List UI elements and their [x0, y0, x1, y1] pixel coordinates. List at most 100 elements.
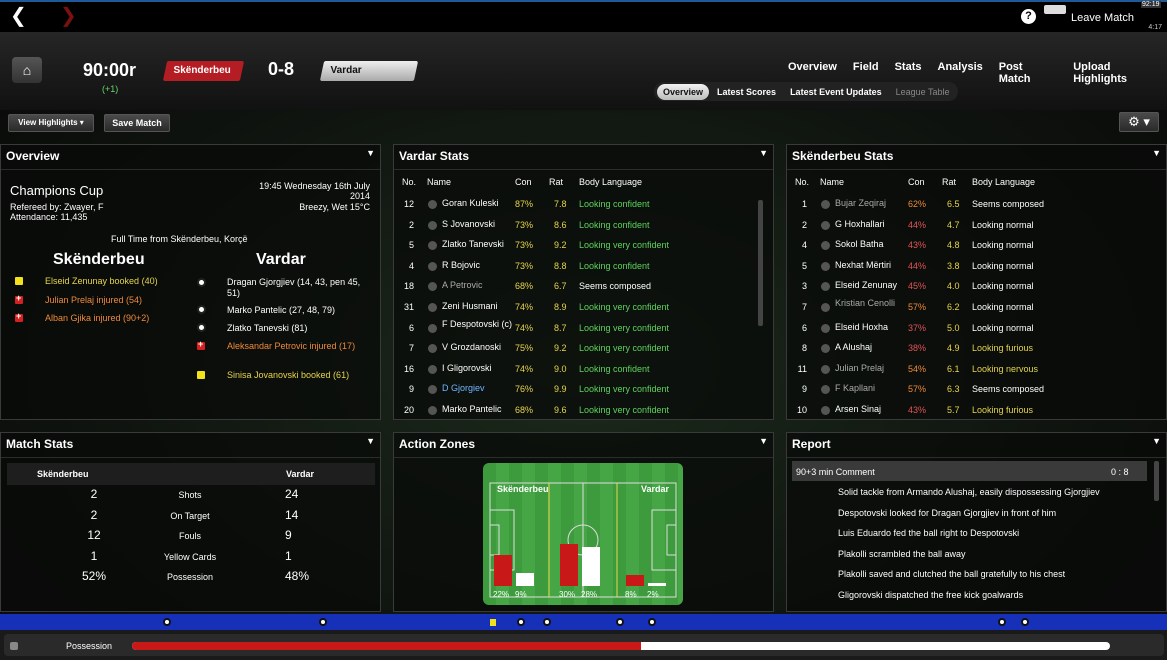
timeline-goal-icon[interactable] [163, 618, 171, 626]
player-condition: 38% [908, 343, 927, 354]
player-row[interactable]: 18 A Petrovic 68% 6.7 Seems composed [394, 277, 764, 297]
leave-match-button[interactable]: Leave Match 4:17 [1044, 5, 1162, 31]
panel-menu-icon[interactable]: ▼ [366, 436, 375, 446]
subtab-league-table[interactable]: League Table [890, 84, 956, 100]
subtab-latest-scores[interactable]: Latest Scores [711, 84, 782, 100]
player-row[interactable]: 4 R Bojovic 73% 8.8 Looking confident [394, 257, 764, 277]
panel-menu-icon[interactable]: ▼ [759, 436, 768, 446]
save-match-button[interactable]: Save Match [104, 114, 170, 132]
player-row[interactable]: 3 Elseid Zenunay 45% 4.0 Looking normal [787, 277, 1157, 297]
scrollbar[interactable] [1154, 461, 1159, 501]
player-info-icon [821, 385, 830, 395]
player-row[interactable]: 12 Goran Kuleski 87% 7.8 Looking confident [394, 195, 764, 215]
panel-menu-icon[interactable]: ▼ [1152, 436, 1161, 446]
player-body-language: Looking very confident [579, 240, 670, 251]
player-row[interactable]: 7 Kristian Cenolli 57% 6.2 Looking normal [787, 298, 1157, 318]
player-row[interactable]: 20 Marko Pantelic 68% 9.6 Looking very confi… [394, 401, 764, 421]
col-header-no[interactable]: No. [795, 177, 809, 187]
player-row[interactable]: 2 G Hoxhallari 44% 4.7 Looking normal [787, 216, 1157, 236]
nav-upload-highlights[interactable]: Upload Highlights [1073, 61, 1167, 85]
stat-home-value: 2 [90, 507, 98, 522]
player-info-icon [428, 323, 437, 333]
nav-post-match[interactable]: Post Match [999, 61, 1057, 85]
stat-home-value: 12 [87, 528, 101, 543]
player-condition: 68% [515, 281, 534, 292]
player-row[interactable]: 11 Julian Prelaj 54% 6.1 Looking nervous [787, 360, 1157, 380]
home-team-label: Skënderbeu [37, 469, 89, 479]
timeline-goal-icon[interactable] [319, 618, 327, 626]
player-row[interactable]: 9 D Gjorgiev 76% 9.9 Looking very confident [394, 380, 764, 400]
player-row[interactable]: 6 F Despotovski (c) 74% 8.7 Looking very con… [394, 319, 764, 339]
player-row[interactable]: 7 V Grozdanoski 75% 9.2 Looking very confide… [394, 339, 764, 359]
player-number: 6 [801, 322, 807, 333]
panel-menu-icon[interactable]: ▼ [759, 148, 768, 158]
player-condition: 45% [908, 281, 927, 292]
timeline-goal-icon[interactable] [616, 618, 624, 626]
player-condition: 68% [515, 405, 534, 415]
timeline-yellow-card-icon[interactable] [490, 619, 496, 626]
timeline-goal-icon[interactable] [1021, 618, 1029, 626]
player-rating: 6.1 [947, 363, 960, 374]
player-name: A Petrovic [442, 280, 483, 291]
view-highlights-dropdown[interactable]: View Highlights ▾ [8, 114, 94, 132]
col-header-rat[interactable]: Rat [549, 177, 563, 187]
col-header-con[interactable]: Con [515, 177, 532, 187]
player-condition: 76% [515, 384, 534, 395]
subtab-latest-event-updates[interactable]: Latest Event Updates [784, 84, 888, 100]
col-header-no[interactable]: No. [402, 177, 416, 187]
col-header-name[interactable]: Name [427, 177, 451, 187]
player-condition: 44% [908, 260, 927, 271]
timeline-goal-icon[interactable] [998, 618, 1006, 626]
stat-label: Fouls [178, 531, 201, 542]
timeline-goal-icon[interactable] [517, 618, 525, 626]
col-header-body-language[interactable]: Body Language [579, 177, 642, 187]
player-row[interactable]: 5 Nexhat Mërtiri 44% 3.8 Looking normal [787, 257, 1157, 277]
player-row[interactable]: 5 Zlatko Tanevski 73% 9.2 Looking very confi… [394, 236, 764, 256]
panel-menu-icon[interactable]: ▼ [366, 148, 375, 158]
back-arrow-icon[interactable]: ❮ [10, 6, 27, 26]
player-info-icon [821, 303, 830, 312]
zone-percent-label: 2% [647, 590, 659, 599]
player-row[interactable]: 4 Sokol Batha 43% 4.8 Looking normal [787, 236, 1157, 256]
timeline-goal-icon[interactable] [543, 618, 551, 626]
player-condition: 44% [908, 219, 927, 230]
player-row[interactable]: 2 S Jovanovski 73% 8.6 Looking confident [394, 216, 764, 236]
col-header-body-language[interactable]: Body Language [972, 177, 1035, 187]
col-header-rat[interactable]: Rat [942, 177, 956, 187]
away-team-badge[interactable]: Vardar [319, 61, 419, 81]
player-row[interactable]: 10 Arsen Sinaj 43% 5.7 Looking furious [787, 401, 1157, 421]
subtab-overview[interactable]: Overview [657, 83, 710, 100]
help-icon[interactable]: ? [1021, 9, 1036, 24]
stat-away-value: 24 [285, 487, 299, 501]
player-row[interactable]: 31 Zeni Husmani 74% 8.9 Looking very confide… [394, 298, 764, 318]
player-name: Nexhat Mërtiri [835, 259, 892, 270]
player-condition: 57% [908, 302, 927, 312]
player-rating: 6.5 [947, 199, 960, 209]
col-header-con[interactable]: Con [908, 177, 925, 187]
settings-gear-icon[interactable]: ⚙ ▾ [1119, 112, 1159, 132]
home-icon[interactable]: ⌂ [12, 57, 42, 83]
col-header-name[interactable]: Name [820, 177, 844, 187]
report-minute: 90+3 min Comment [796, 467, 875, 477]
match-timeline[interactable] [0, 614, 1167, 630]
zone-percent-label: 22% [493, 590, 510, 599]
expand-icon[interactable] [10, 642, 18, 650]
player-body-language: Looking confident [579, 219, 650, 230]
player-body-language: Looking very confident [579, 322, 670, 333]
stat-label: On Target [170, 510, 210, 521]
player-row[interactable]: 6 Elseid Hoxha 37% 5.0 Looking normal [787, 319, 1157, 339]
zone-away-bar [582, 546, 600, 586]
timeline-goal-icon[interactable] [648, 618, 656, 626]
stat-away-value: 9 [285, 528, 292, 543]
home-team-badge[interactable]: Skënderbeu [162, 61, 245, 81]
added-time: (+1) [102, 84, 119, 94]
forward-arrow-icon[interactable]: ❯ [60, 6, 77, 26]
player-row[interactable]: 8 A Alushaj 38% 4.9 Looking furious [787, 339, 1157, 359]
panel-menu-icon[interactable]: ▼ [1152, 148, 1161, 158]
player-row[interactable]: 1 Bujar Zeqiraj 62% 6.5 Seems composed [787, 195, 1157, 215]
sub-nav: Overview Latest Scores Latest Event Upda… [654, 82, 959, 101]
player-row[interactable]: 9 F Kapllani 57% 6.3 Seems composed [787, 380, 1157, 400]
player-row[interactable]: 16 I Gligorovski 74% 9.0 Looking confident [394, 360, 764, 380]
player-rating: 4.8 [947, 240, 960, 251]
player-number: 2 [801, 219, 807, 230]
